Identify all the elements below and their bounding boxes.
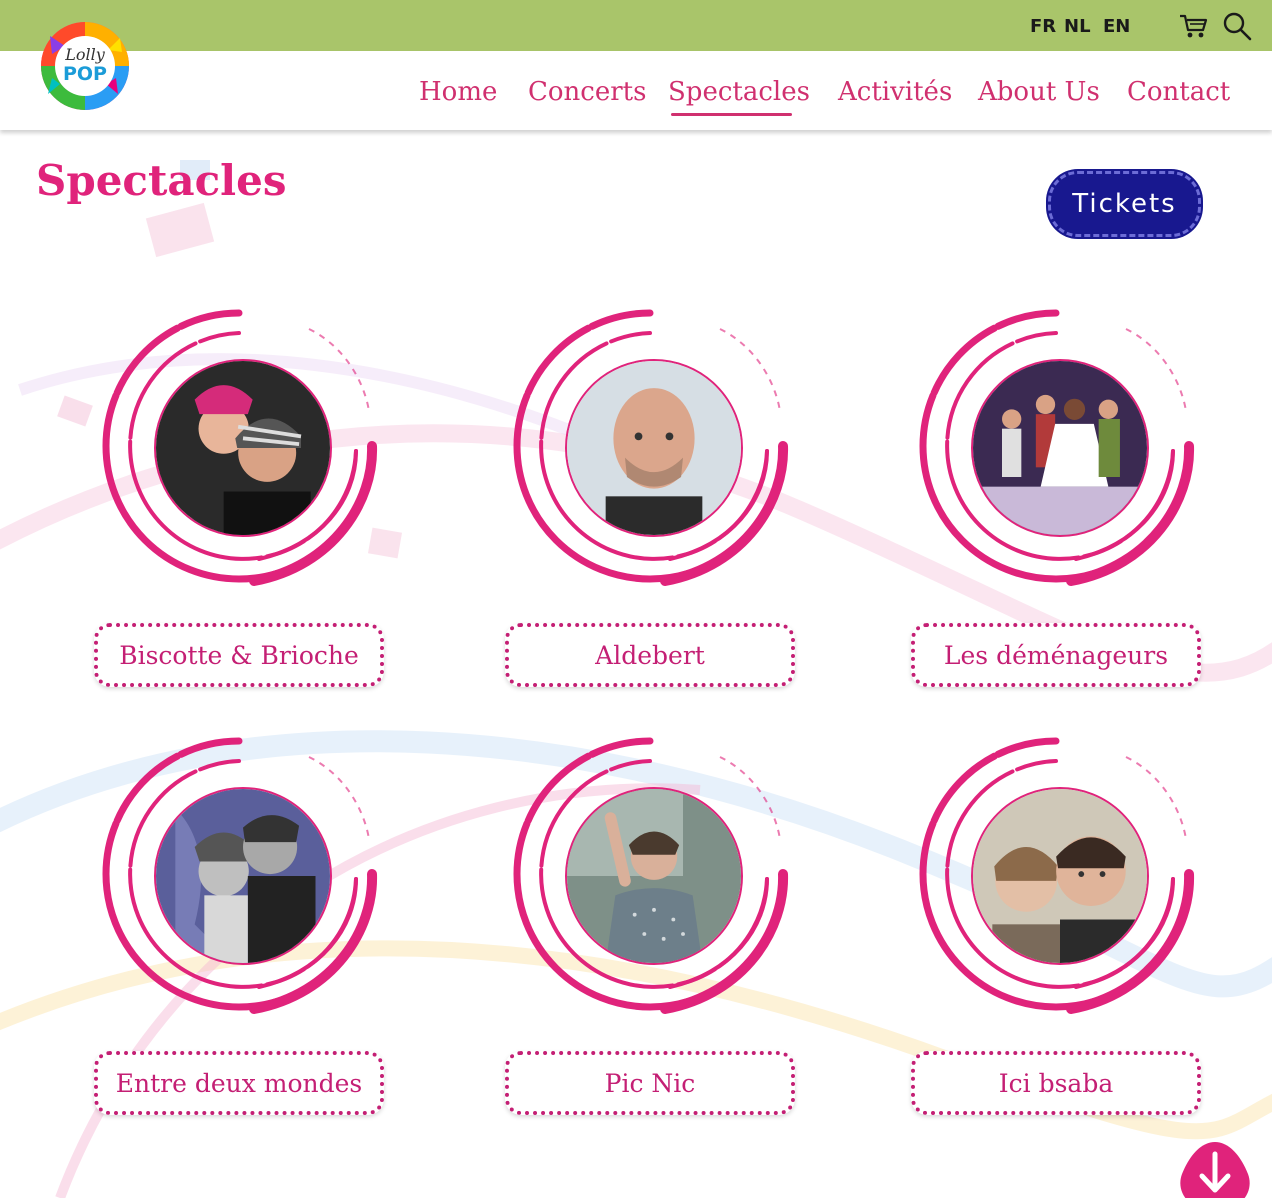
tickets-button[interactable]: Tickets bbox=[1048, 171, 1201, 237]
svg-text:POP: POP bbox=[63, 63, 107, 85]
show-title-button[interactable]: Pic Nic bbox=[505, 1051, 795, 1115]
page-title: Spectacles bbox=[36, 156, 287, 205]
active-nav-underline bbox=[671, 113, 792, 116]
show-title-button[interactable]: Les déménageurs bbox=[911, 623, 1201, 687]
lollypop-logo[interactable]: Lolly POP bbox=[30, 16, 140, 116]
nav-concerts[interactable]: Concerts bbox=[528, 77, 646, 107]
svg-text:Lolly: Lolly bbox=[64, 45, 105, 64]
nav-home[interactable]: Home bbox=[419, 77, 497, 107]
show-title-button[interactable]: Biscotte & Brioche bbox=[94, 623, 384, 687]
show-photo[interactable] bbox=[154, 359, 332, 537]
show-photo[interactable] bbox=[565, 359, 743, 537]
top-bar: FR NL EN bbox=[0, 0, 1272, 51]
cart-icon[interactable] bbox=[1178, 12, 1208, 40]
show-photo[interactable] bbox=[971, 787, 1149, 965]
show-card[interactable]: Aldebert bbox=[505, 301, 795, 691]
show-title-button[interactable]: Ici bsaba bbox=[911, 1051, 1201, 1115]
show-card[interactable]: Ici bsaba bbox=[911, 729, 1201, 1119]
show-photo[interactable] bbox=[154, 787, 332, 965]
show-title-button[interactable]: Entre deux mondes bbox=[94, 1051, 384, 1115]
nav-spectacles[interactable]: Spectacles bbox=[668, 77, 810, 107]
show-title-button[interactable]: Aldebert bbox=[505, 623, 795, 687]
lang-nl[interactable]: NL bbox=[1064, 16, 1091, 37]
scroll-down-button[interactable] bbox=[1178, 1140, 1252, 1198]
show-photo[interactable] bbox=[565, 787, 743, 965]
show-card[interactable]: Pic Nic bbox=[505, 729, 795, 1119]
show-card[interactable]: Entre deux mondes bbox=[94, 729, 384, 1119]
nav-contact[interactable]: Contact bbox=[1127, 77, 1230, 107]
lang-en[interactable]: EN bbox=[1103, 16, 1130, 37]
show-photo[interactable] bbox=[971, 359, 1149, 537]
search-icon[interactable] bbox=[1222, 11, 1252, 41]
lang-fr[interactable]: FR bbox=[1030, 16, 1056, 37]
nav-about-us[interactable]: About Us bbox=[978, 77, 1100, 107]
nav-activites[interactable]: Activités bbox=[838, 77, 952, 107]
main-nav: Home Concerts Spectacles Activités About… bbox=[0, 51, 1272, 130]
show-card[interactable]: Les déménageurs bbox=[911, 301, 1201, 691]
show-card[interactable]: Biscotte & Brioche bbox=[94, 301, 384, 691]
